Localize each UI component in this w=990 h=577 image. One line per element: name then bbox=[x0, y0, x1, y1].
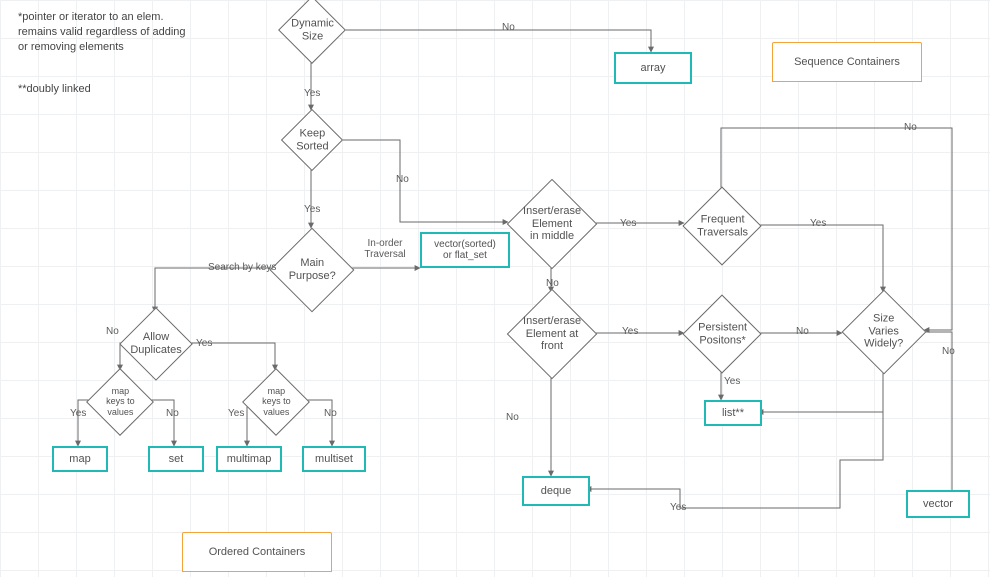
footnote-dstar: **doubly linked bbox=[18, 82, 188, 97]
diamond-label: DynamicSize bbox=[287, 17, 338, 42]
edge-label: Yes bbox=[304, 204, 320, 215]
rect-array: array bbox=[614, 52, 692, 84]
edge-label: Yes bbox=[70, 408, 86, 419]
edge-label: No bbox=[502, 22, 515, 33]
edge-label: No bbox=[396, 174, 409, 185]
banner-sequence: Sequence Containers bbox=[772, 42, 922, 82]
edge-label: Yes bbox=[810, 218, 826, 229]
edge-label: Yes bbox=[620, 218, 636, 229]
edge-label: No bbox=[106, 326, 119, 337]
rect-set: set bbox=[148, 446, 204, 472]
diamond-label: AllowDuplicates bbox=[126, 331, 185, 356]
rect-multiset: multiset bbox=[302, 446, 366, 472]
diamond-label: Insert/eraseElementin middle bbox=[519, 205, 585, 243]
diamond-label: SizeVariesWidely? bbox=[860, 313, 907, 351]
edge-label: Yes bbox=[228, 408, 244, 419]
edge-label: Yes bbox=[196, 338, 212, 349]
edge-label: Yes bbox=[622, 326, 638, 337]
diamond-label: map keys tovalues bbox=[97, 386, 143, 417]
edge-label: No bbox=[942, 346, 955, 357]
rect-vector: vector bbox=[906, 490, 970, 518]
rect-list: list** bbox=[704, 400, 762, 426]
edge-label: No bbox=[796, 326, 809, 337]
edge-label: No bbox=[506, 412, 519, 423]
banner-ordered: Ordered Containers bbox=[182, 532, 332, 572]
edge-label-search-keys: Search by keys bbox=[208, 262, 276, 273]
edge-label: Yes bbox=[304, 88, 320, 99]
diamond-label: PersistentPositons* bbox=[694, 321, 751, 346]
rect-map: map bbox=[52, 446, 108, 472]
diamond-label: KeepSorted bbox=[292, 127, 332, 152]
diamond-label: map keys tovalues bbox=[253, 386, 299, 417]
edge-label: No bbox=[324, 408, 337, 419]
edge-label-inorder: In-orderTraversal bbox=[360, 238, 410, 260]
edge-label: No bbox=[166, 408, 179, 419]
diamond-label: Insert/eraseElement atfront bbox=[519, 315, 585, 353]
edge-label: Yes bbox=[670, 502, 686, 513]
footnote-star: *pointer or iterator to an elem. remains… bbox=[18, 10, 188, 55]
edge-label: Yes bbox=[724, 376, 740, 387]
diamond-label: FrequentTraversals bbox=[693, 213, 752, 238]
rect-multimap: multimap bbox=[216, 446, 282, 472]
rect-deque: deque bbox=[522, 476, 590, 506]
rect-vector-sorted: vector(sorted)or flat_set bbox=[420, 232, 510, 268]
diamond-label: Main Purpose? bbox=[283, 257, 341, 282]
edge-label: No bbox=[546, 278, 559, 289]
edge-label: No bbox=[904, 122, 917, 133]
